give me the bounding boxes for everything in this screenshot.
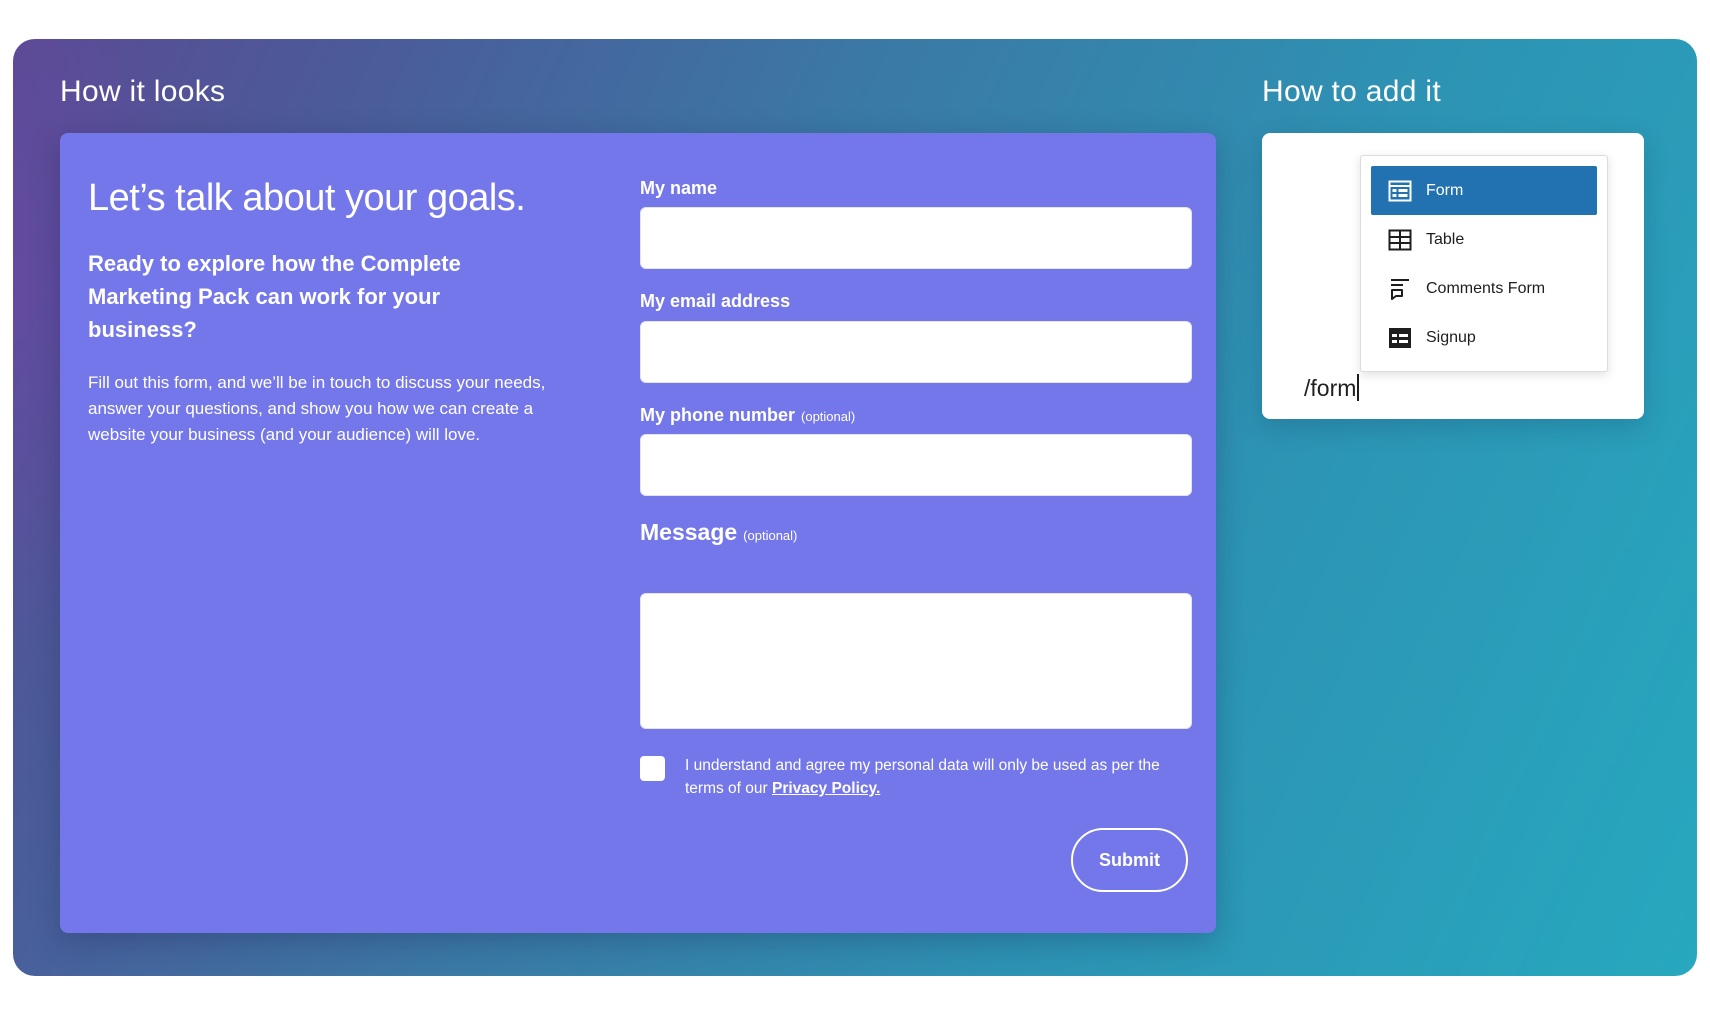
form-headline: Let’s talk about your goals. xyxy=(88,177,526,219)
menu-item-label: Signup xyxy=(1426,328,1476,346)
email-label: My email address xyxy=(640,291,790,312)
menu-item-label: Table xyxy=(1426,230,1465,248)
name-input[interactable] xyxy=(640,207,1192,269)
message-label: Message (optional) xyxy=(640,519,797,546)
slash-command-input[interactable]: /form xyxy=(1304,374,1360,402)
message-textarea[interactable] xyxy=(640,593,1192,729)
form-preview-card: Let’s talk about your goals. Ready to ex… xyxy=(60,133,1216,933)
name-label: My name xyxy=(640,178,717,199)
message-label-text: Message xyxy=(640,519,738,545)
signup-icon xyxy=(1388,326,1412,350)
showcase-panel: How it looks How to add it Let’s talk ab… xyxy=(13,39,1697,976)
consent-checkbox[interactable] xyxy=(640,756,665,781)
table-icon xyxy=(1388,228,1412,252)
comments-form-icon xyxy=(1388,277,1412,301)
how-to-add-title: How to add it xyxy=(1262,75,1441,108)
submit-button[interactable]: Submit xyxy=(1071,828,1188,892)
email-label-text: My email address xyxy=(640,291,791,311)
phone-input[interactable] xyxy=(640,434,1192,496)
consent-text-body: I understand and agree my personal data … xyxy=(685,757,1160,797)
slash-command-text: /form xyxy=(1304,375,1357,401)
name-label-text: My name xyxy=(640,178,718,198)
how-it-looks-title: How it looks xyxy=(60,75,226,108)
menu-item-signup[interactable]: Signup xyxy=(1371,313,1597,362)
phone-optional-hint: (optional) xyxy=(801,409,856,424)
message-optional-hint: (optional) xyxy=(743,528,798,543)
email-input[interactable] xyxy=(640,321,1192,383)
form-subheadline: Ready to explore how the Complete Market… xyxy=(88,251,461,342)
menu-item-label: Comments Form xyxy=(1426,279,1546,297)
privacy-policy-link[interactable]: Privacy Policy. xyxy=(772,780,880,797)
form-description: Fill out this form, and we’ll be in touc… xyxy=(88,373,546,444)
block-inserter-menu: Form Table Comments Form Signup xyxy=(1360,155,1608,372)
text-caret xyxy=(1357,374,1360,401)
menu-item-form[interactable]: Form xyxy=(1371,166,1597,215)
menu-item-comments-form[interactable]: Comments Form xyxy=(1371,264,1597,313)
form-icon xyxy=(1388,179,1412,203)
how-to-add-card: Form Table Comments Form Signup /form xyxy=(1262,133,1644,419)
phone-label-text: My phone number xyxy=(640,405,796,425)
menu-item-label: Form xyxy=(1426,181,1464,199)
phone-label: My phone number (optional) xyxy=(640,405,855,426)
menu-item-table[interactable]: Table xyxy=(1371,215,1597,264)
consent-text: I understand and agree my personal data … xyxy=(685,754,1195,800)
